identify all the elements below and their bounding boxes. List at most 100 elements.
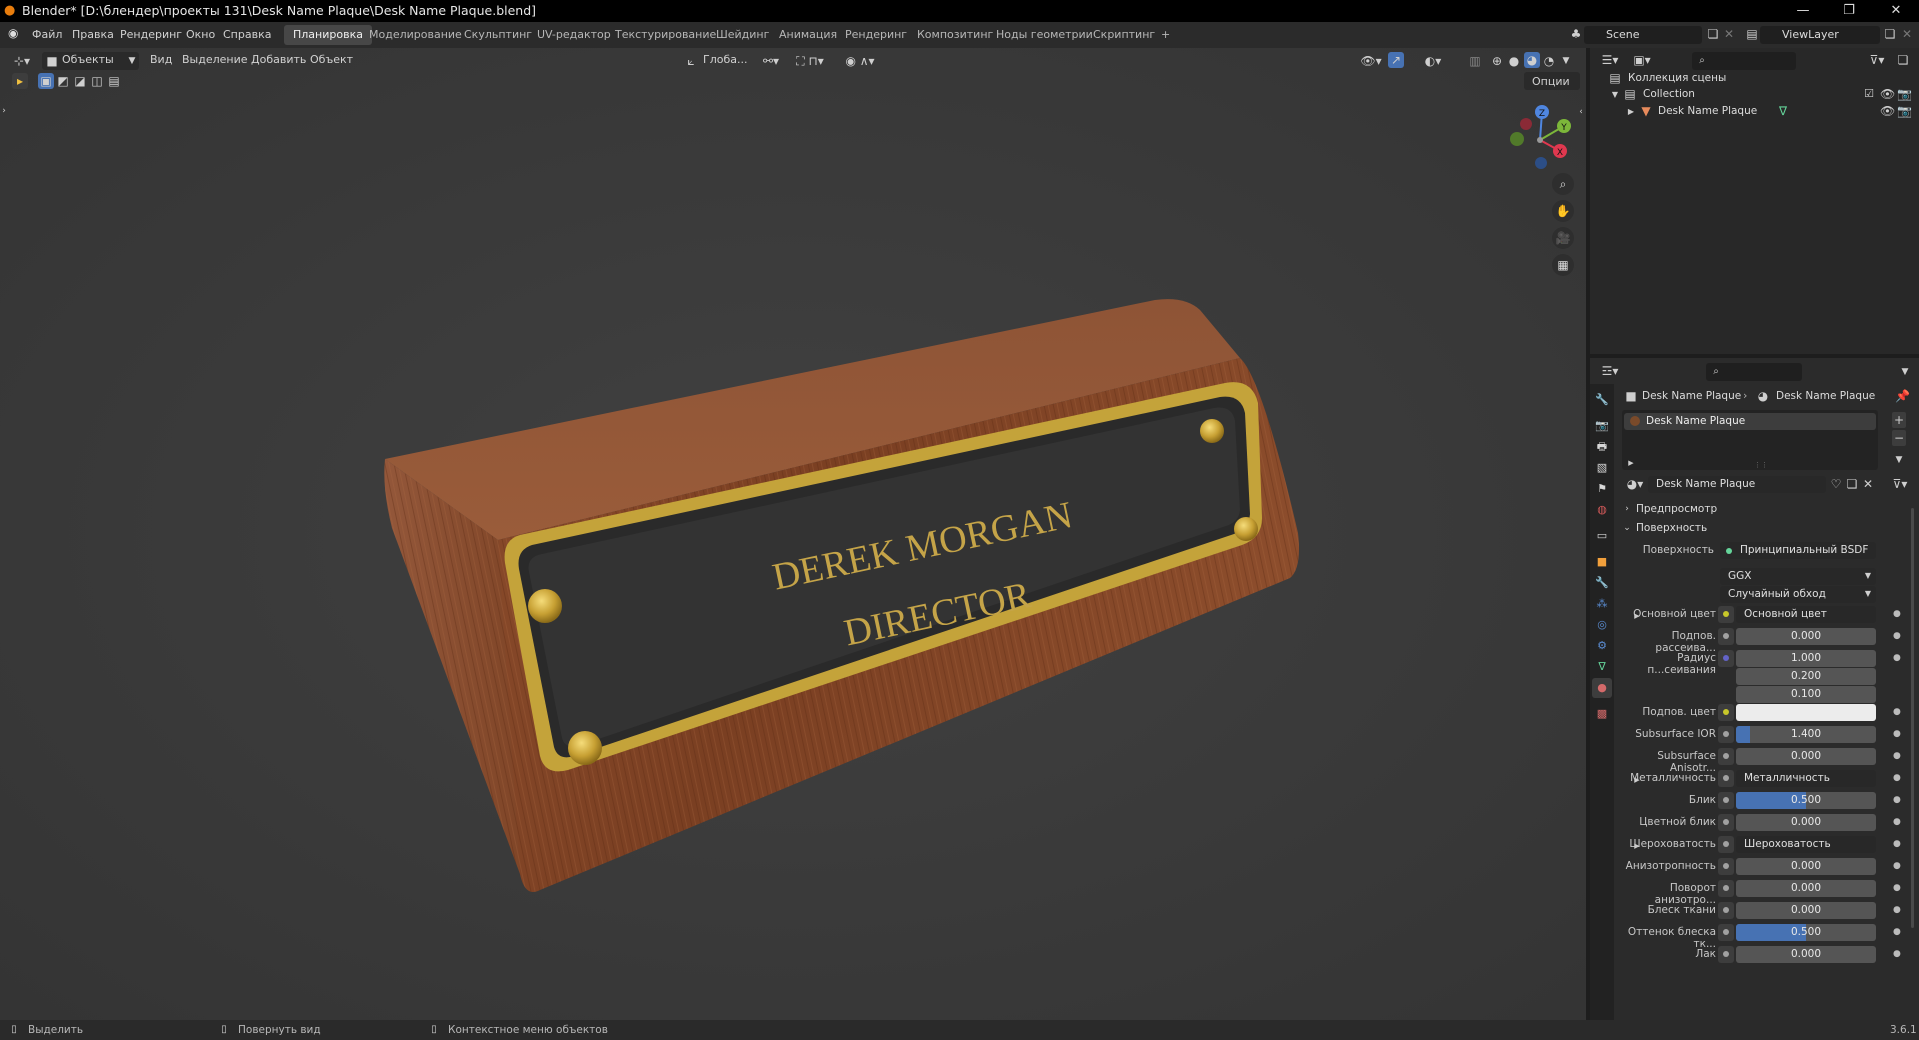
tab-object[interactable]: ■ xyxy=(1592,552,1612,572)
properties-editor-icon[interactable]: ☲▾ xyxy=(1598,363,1622,379)
scene-new-icon[interactable]: ❏ xyxy=(1706,26,1720,42)
input-number-field[interactable]: 0.000 xyxy=(1736,858,1876,875)
minimize-icon[interactable]: — xyxy=(1783,0,1823,22)
menu-object[interactable]: Объект xyxy=(310,53,353,66)
keyframe-dot-icon[interactable]: ● xyxy=(1893,631,1901,641)
snap-icon[interactable]: ⛶ ⊓▾ xyxy=(790,53,830,69)
shading-options-icon[interactable]: ▼ xyxy=(1560,53,1572,69)
collapse-arrow-icon[interactable]: ‹ xyxy=(1576,104,1586,120)
keyframe-dot-icon[interactable]: ● xyxy=(1893,949,1901,959)
zoom-icon[interactable]: ⌕ xyxy=(1552,173,1574,195)
object-expand-icon[interactable]: ▶ xyxy=(1626,104,1636,120)
properties-options-icon[interactable]: ▼ xyxy=(1898,364,1912,380)
tab-material[interactable]: ● xyxy=(1592,678,1612,698)
keyframe-dot-icon[interactable]: ● xyxy=(1893,729,1901,739)
input-socket-icon[interactable] xyxy=(1718,836,1734,853)
menu-window[interactable]: Окно xyxy=(186,28,215,41)
shading-material-icon[interactable]: ◕ xyxy=(1524,52,1540,68)
input-socket-icon[interactable] xyxy=(1718,606,1734,623)
transform-orientation-icon[interactable]: ⟀ xyxy=(684,53,698,69)
keyframe-dot-icon[interactable]: ● xyxy=(1893,773,1901,783)
editor-type-icon[interactable]: ⊹▾ xyxy=(10,53,34,69)
input-number-field[interactable]: 0.200 xyxy=(1736,668,1876,685)
menu-file[interactable]: Файл xyxy=(32,28,62,41)
outliner-object[interactable]: Desk Name Plaque xyxy=(1658,105,1757,117)
xray-icon[interactable]: ▥ xyxy=(1468,53,1482,69)
add-slot-icon[interactable]: + xyxy=(1892,412,1906,428)
outliner-editor-icon[interactable]: ☰▾ xyxy=(1598,52,1622,68)
properties-scrollbar[interactable] xyxy=(1911,508,1914,928)
link-mode-icon[interactable]: ⊽▾ xyxy=(1888,476,1912,492)
slot-list-expand-icon[interactable]: ▶ xyxy=(1626,455,1636,471)
tab-collection[interactable]: ▭ xyxy=(1592,526,1612,546)
material-name-field[interactable]: Desk Name Plaque xyxy=(1648,476,1826,493)
input-number-field[interactable]: 0.100 xyxy=(1736,686,1876,703)
outliner-scene-collection[interactable]: Коллекция сцены xyxy=(1628,72,1726,84)
input-link-field[interactable]: Шероховатость xyxy=(1736,836,1876,853)
input-socket-icon[interactable] xyxy=(1718,650,1734,667)
collection-render-icon[interactable]: 📷 xyxy=(1897,86,1912,102)
view-layer-remove-icon[interactable]: ✕ xyxy=(1900,26,1914,42)
collection-expand-icon[interactable]: ▼ xyxy=(1610,87,1620,103)
collection-visibility-icon[interactable]: 👁 xyxy=(1880,86,1895,102)
input-link-field[interactable]: Металличность xyxy=(1736,770,1876,787)
input-socket-icon[interactable] xyxy=(1718,880,1734,897)
input-number-field[interactable]: 0.500 xyxy=(1736,792,1876,809)
input-number-field[interactable]: 0.000 xyxy=(1736,814,1876,831)
input-number-field[interactable]: 0.500 xyxy=(1736,924,1876,941)
input-number-field[interactable]: 1.400 xyxy=(1736,726,1876,743)
pan-hand-icon[interactable]: ✋ xyxy=(1552,200,1574,222)
overlay-icon[interactable]: ◐▾ xyxy=(1420,53,1446,69)
maximize-icon[interactable]: ❐ xyxy=(1829,0,1869,22)
input-socket-icon[interactable] xyxy=(1718,814,1734,831)
menu-view[interactable]: Вид xyxy=(150,53,172,66)
tab-particles[interactable]: ⁂ xyxy=(1592,594,1612,614)
surface-collapse-icon[interactable]: ⌄ xyxy=(1622,520,1632,536)
select-mode-new-icon[interactable]: ▣ xyxy=(38,73,54,89)
3d-viewport[interactable]: DEREK MORGAN DIRECTOR ⊹▾ ■ Объекты ▼ Вид… xyxy=(0,48,1586,1020)
keyframe-dot-icon[interactable]: ● xyxy=(1893,609,1901,619)
keyframe-dot-icon[interactable]: ● xyxy=(1893,883,1901,893)
fake-user-icon[interactable]: ♡ xyxy=(1828,476,1844,492)
tab-physics[interactable]: ◎ xyxy=(1592,615,1612,635)
menu-select[interactable]: Выделение xyxy=(182,53,248,66)
input-number-field[interactable]: 0.000 xyxy=(1736,946,1876,963)
input-socket-icon[interactable] xyxy=(1718,704,1734,721)
tab-shading[interactable]: Шейдинг xyxy=(707,25,778,45)
keyframe-dot-icon[interactable]: ● xyxy=(1893,817,1901,827)
tab-scene[interactable]: ⚑ xyxy=(1592,479,1612,499)
subsurface-method-select[interactable]: Случайный обход xyxy=(1720,586,1876,603)
tab-output[interactable]: 🖶 xyxy=(1592,437,1612,457)
input-socket-icon[interactable] xyxy=(1718,946,1734,963)
menu-render[interactable]: Рендеринг xyxy=(120,28,182,41)
select-mode-invert-icon[interactable]: ◫ xyxy=(89,73,105,89)
input-link-field[interactable]: Основной цвет xyxy=(1736,606,1876,623)
preview-collapse-icon[interactable]: › xyxy=(1622,501,1632,517)
tab-tool[interactable]: 🔧 xyxy=(1592,390,1612,410)
tab-data[interactable]: ∇ xyxy=(1592,657,1612,677)
tab-view-layer[interactable]: ▧ xyxy=(1592,458,1612,478)
input-socket-icon[interactable] xyxy=(1718,902,1734,919)
keyframe-dot-icon[interactable]: ● xyxy=(1893,861,1901,871)
tab-modifiers[interactable]: 🔧 xyxy=(1592,573,1612,593)
pivot-icon[interactable]: ⚯▾ xyxy=(760,53,782,69)
view-layer-new-icon[interactable]: ❏ xyxy=(1883,26,1897,42)
select-tool-icon[interactable]: ▸ xyxy=(12,73,28,89)
tab-layout[interactable]: Планировка xyxy=(284,25,372,45)
tab-render[interactable]: 📷 xyxy=(1592,416,1612,436)
menu-help[interactable]: Справка xyxy=(223,28,271,41)
view-layer-field[interactable]: ViewLayer xyxy=(1760,26,1880,44)
tab-texture[interactable]: ▩ xyxy=(1592,704,1612,724)
new-collection-icon[interactable]: ❏ xyxy=(1895,52,1911,68)
unlink-material-icon[interactable]: ✕ xyxy=(1860,476,1876,492)
collection-exclude-checkbox[interactable]: ☑ xyxy=(1862,86,1876,102)
blender-menu-icon[interactable]: ◉ xyxy=(8,26,18,40)
shading-rendered-icon[interactable]: ◔ xyxy=(1542,53,1556,69)
input-socket-icon[interactable] xyxy=(1718,628,1734,645)
close-icon[interactable]: ✕ xyxy=(1876,0,1916,22)
display-mode-icon[interactable]: ▣▾ xyxy=(1630,52,1654,68)
keyframe-dot-icon[interactable]: ● xyxy=(1893,795,1901,805)
select-mode-extend-icon[interactable]: ◩ xyxy=(55,73,71,89)
scene-remove-icon[interactable]: ✕ xyxy=(1722,26,1736,42)
menu-edit[interactable]: Правка xyxy=(72,28,114,41)
